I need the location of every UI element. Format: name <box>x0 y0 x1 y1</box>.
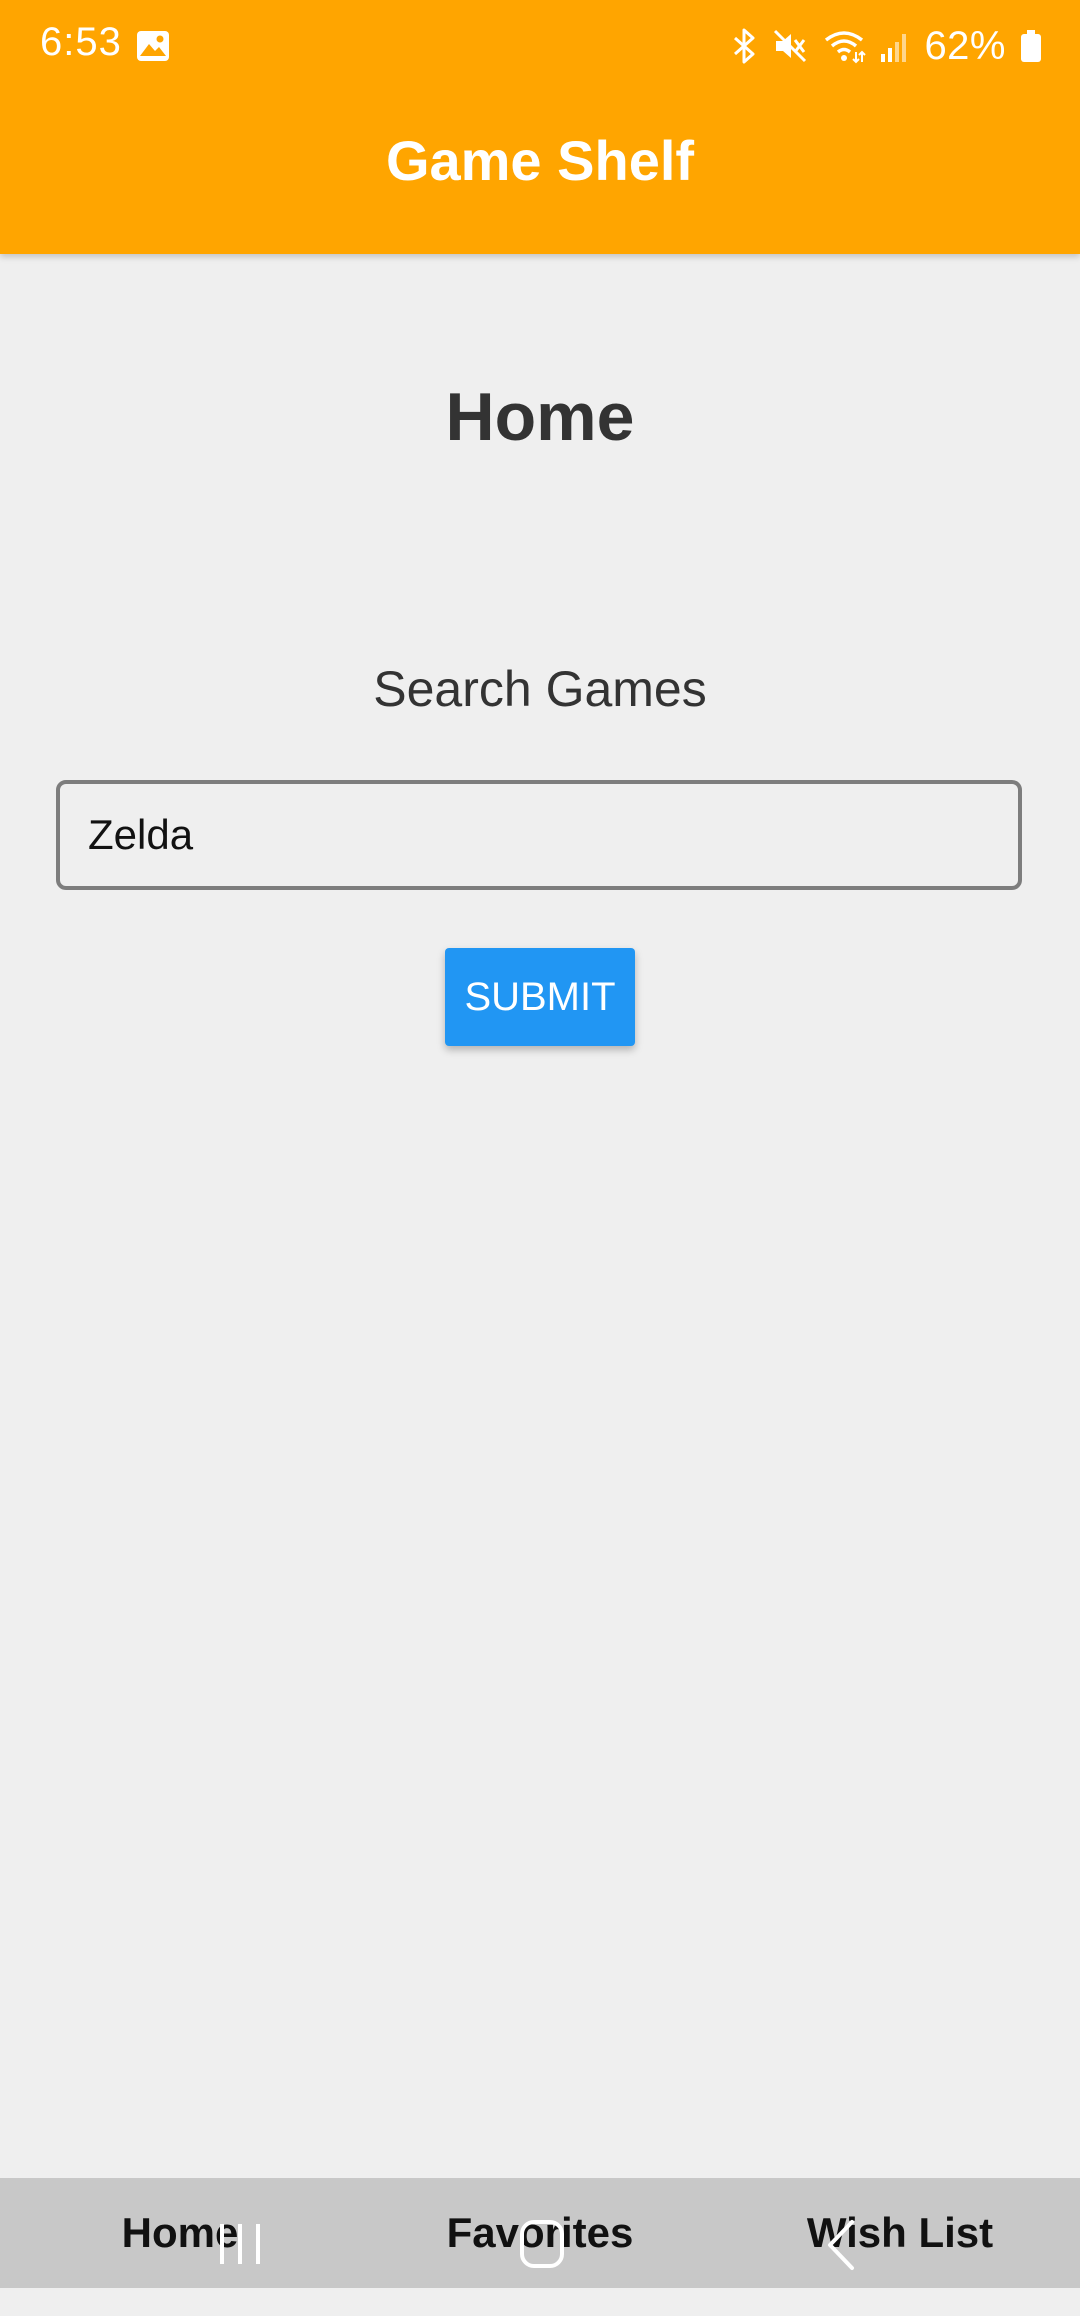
bottom-tab-bar: Home Favorites Wish List <box>0 2178 1080 2288</box>
battery-percent: 62% <box>924 23 1006 68</box>
status-time: 6:53 <box>40 20 122 64</box>
gallery-icon <box>136 30 170 62</box>
mute-icon <box>772 28 808 64</box>
wifi-icon <box>822 28 867 64</box>
search-input[interactable] <box>56 780 1022 890</box>
signal-icon <box>880 30 910 62</box>
submit-button[interactable]: SUBMIT <box>445 948 635 1046</box>
status-icons: 62% <box>732 18 1042 74</box>
tab-favorites[interactable]: Favorites <box>420 2178 660 2288</box>
app-title: Game Shelf <box>385 129 695 192</box>
page-title: Home <box>445 379 635 455</box>
battery-icon <box>1020 29 1042 63</box>
screen: 6:53 62% Game Shelf Home Search Games Ze… <box>0 0 1080 2316</box>
search-label: Search Games <box>373 661 707 717</box>
tab-wish-list[interactable]: Wish List <box>780 2178 1020 2288</box>
bluetooth-icon <box>732 28 758 64</box>
gesture-area <box>0 2288 1080 2316</box>
tab-home[interactable]: Home <box>60 2178 300 2288</box>
app-header: 6:53 62% Game Shelf <box>0 0 1080 254</box>
